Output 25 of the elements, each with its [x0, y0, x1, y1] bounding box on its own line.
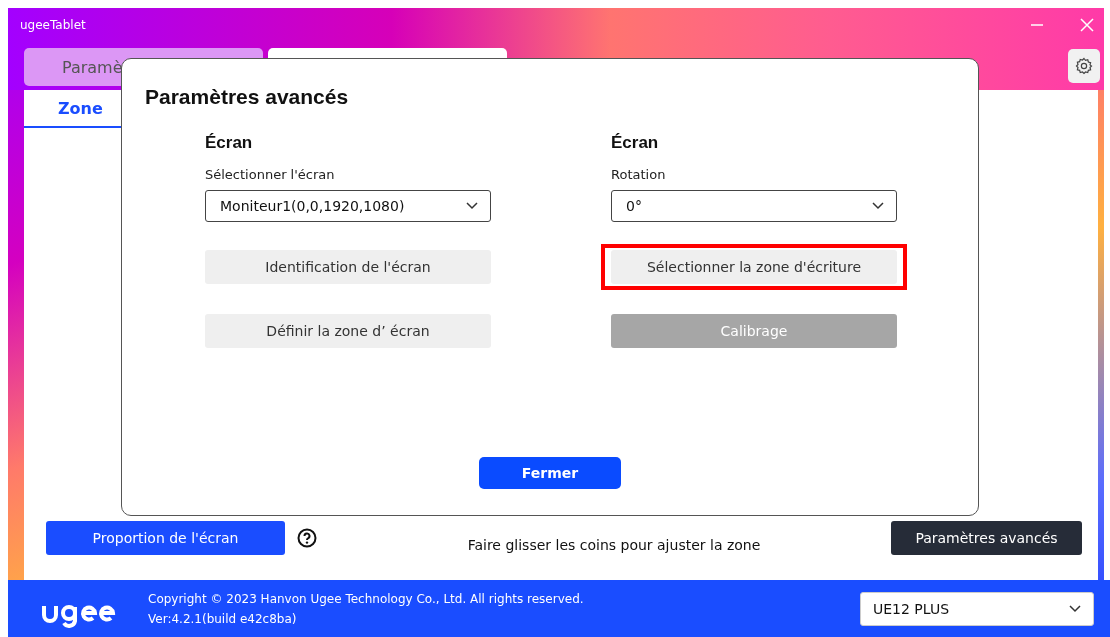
close-button[interactable]: Fermer	[479, 457, 621, 489]
settings-button[interactable]	[1068, 49, 1100, 83]
chevron-down-icon	[466, 202, 478, 210]
ratio-button[interactable]: Proportion de l'écran	[46, 521, 285, 555]
window-title: ugeeTablet	[20, 18, 86, 32]
settings-icon	[1075, 57, 1093, 75]
chevron-down-icon	[872, 202, 884, 210]
action-button[interactable]: Sélectionner la zone d'écriture	[611, 250, 897, 284]
field-label: Rotation	[611, 167, 667, 182]
select-dropdown[interactable]: Moniteur1(0,0,1920,1080)	[205, 190, 491, 222]
section-heading: Écran	[205, 133, 254, 153]
section-heading: Écran	[611, 133, 660, 153]
action-button[interactable]: Définir la zone d’ écran	[205, 314, 491, 348]
chevron-down-icon	[1069, 604, 1081, 613]
select-dropdown[interactable]: 0°	[611, 190, 897, 222]
field-label: Sélectionner l'écran	[205, 167, 336, 182]
action-button[interactable]: Identification de l'écran	[205, 250, 491, 284]
advanced-settings-button[interactable]: Paramètres avancés	[891, 521, 1082, 555]
hint-text: Faire glisser les coins pour ajuster la zone	[466, 537, 762, 553]
close-icon[interactable]	[1080, 18, 1094, 32]
version-text: Ver:4.2.1(build e42c8ba)	[148, 611, 298, 626]
device-dropdown[interactable]: UE12 PLUS	[860, 591, 1094, 626]
copyright-text: Copyright © 2023 Hanvon Ugee Technology Co., Ltd. All rights reserved.	[148, 591, 585, 606]
dialog-title: Paramètres avancés	[145, 85, 350, 109]
help-icon[interactable]	[297, 528, 317, 548]
